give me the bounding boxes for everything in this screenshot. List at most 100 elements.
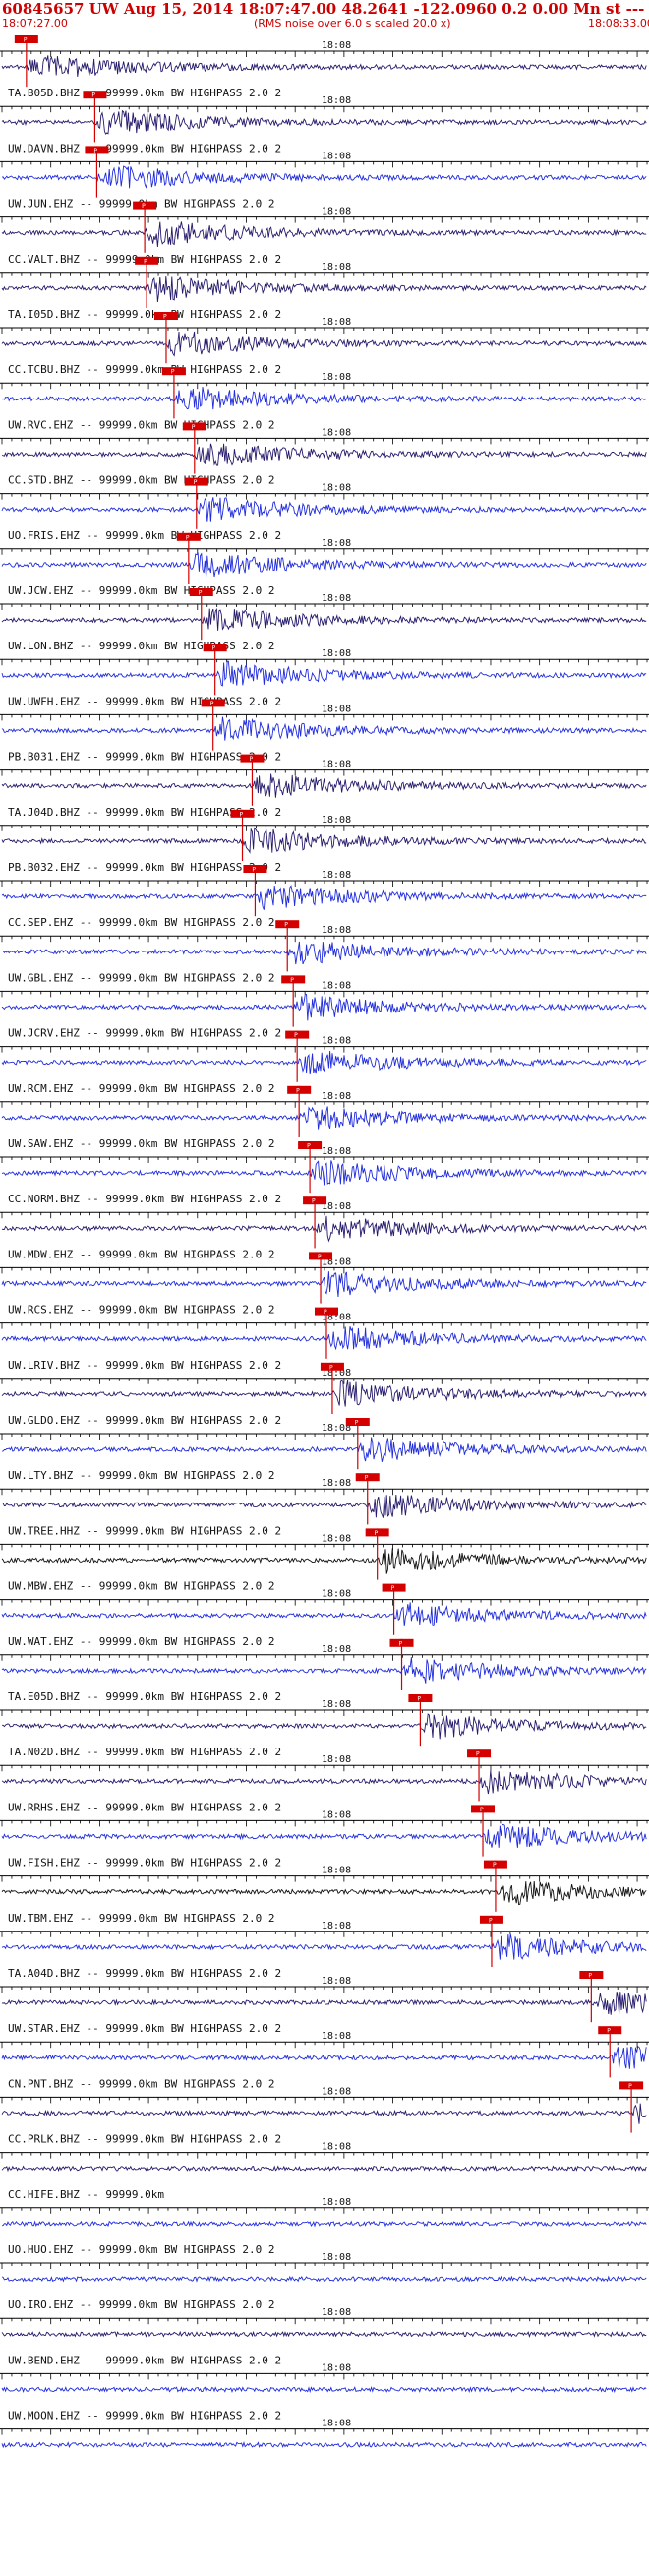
minute-mark-label: 18:08 (322, 1533, 351, 1544)
pick-label: P (307, 1143, 311, 1150)
pick-label: P (417, 1696, 421, 1703)
minute-mark-label: 18:08 (322, 262, 351, 273)
channel-label: UW.WAT.EHZ -- 99999.0km BW HIGHPASS 2.0 … (8, 1635, 275, 1648)
channel-label: UO.HUO.EHZ -- 99999.0km BW HIGHPASS 2.0 … (8, 2243, 275, 2256)
minute-mark-label: 18:08 (322, 2142, 351, 2153)
pick-label: P (93, 148, 97, 154)
channel-label: CC.PRLK.BHZ -- 99999.0km BW HIGHPASS 2.0… (8, 2133, 281, 2146)
pick-label: P (318, 1254, 322, 1260)
channel-label: UW.RCS.EHZ -- 99999.0km BW HIGHPASS 2.0 … (8, 1304, 275, 1317)
channel-label: UW.LTY.BHZ -- 99999.0km BW HIGHPASS 2.0 … (8, 1469, 275, 1482)
channel-label: TA.E05D.BHZ -- 99999.0km BW HIGHPASS 2.0… (8, 1690, 281, 1703)
minute-mark-label: 18:08 (322, 427, 351, 438)
pick-label: P (192, 424, 196, 431)
minute-mark-label: 18:08 (322, 815, 351, 826)
end-time-label: 18:08:33.00 (588, 17, 649, 30)
pick-label: P (171, 369, 175, 376)
channel-label: UW.STAR.EHZ -- 99999.0km BW HIGHPASS 2.0… (8, 2022, 281, 2035)
minute-mark-label: 18:08 (322, 870, 351, 881)
minute-mark-label: 18:08 (322, 1478, 351, 1489)
minute-mark-label: 18:08 (322, 648, 351, 659)
channel-label: UW.RRHS.EHZ -- 99999.0km BW HIGHPASS 2.0… (8, 1801, 281, 1813)
pick-label: P (252, 867, 256, 874)
minute-mark-label: 18:08 (322, 1699, 351, 1710)
minute-mark-label: 18:08 (322, 593, 351, 604)
minute-mark-label: 18:08 (322, 925, 351, 936)
pick-label: P (163, 314, 167, 321)
pick-label: P (628, 2083, 632, 2090)
pick-label: P (607, 2028, 611, 2035)
rms-noise-note: (RMS noise over 6.0 s scaled 20.0 x) (254, 17, 451, 30)
channel-label: UW.JCW.EHZ -- 99999.0km BW HIGHPASS 2.0 … (8, 584, 275, 597)
minute-mark-label: 18:08 (322, 207, 351, 217)
pick-label: P (199, 590, 203, 597)
pick-label: P (375, 1530, 379, 1537)
channel-label: UW.MBW.EHZ -- 99999.0km BW HIGHPASS 2.0 … (8, 1580, 275, 1593)
seismogram-record-section: 60845657 UW Aug 15, 2014 18:07:47.00 48.… (0, 0, 649, 2576)
minute-mark-label: 18:08 (322, 2031, 351, 2042)
channel-label: CN.PNT.BHZ -- 99999.0km BW HIGHPASS 2.0 … (8, 2077, 275, 2090)
pick-label: P (144, 258, 148, 265)
pick-label: P (312, 1198, 316, 1205)
pick-label: P (365, 1475, 369, 1482)
channel-label: UW.RVC.EHZ -- 99999.0km BW HIGHPASS 2.0 … (8, 418, 275, 431)
pick-label: P (391, 1585, 395, 1592)
minute-mark-label: 18:08 (322, 1036, 351, 1047)
pick-label: P (210, 701, 214, 707)
minute-mark-label: 18:08 (322, 2197, 351, 2208)
minute-mark-label: 18:08 (322, 1976, 351, 1987)
pick-label: P (290, 977, 294, 984)
pick-label: P (493, 1862, 497, 1869)
pick-label: P (324, 1309, 327, 1316)
channel-label: UW.TREE.HHZ -- 99999.0km BW HIGHPASS 2.0… (8, 1524, 281, 1537)
channel-label: CC.HIFE.BHZ -- 99999.0km (8, 2188, 164, 2201)
pick-label: P (480, 1807, 484, 1813)
pick-label: P (296, 1087, 300, 1094)
minute-mark-label: 18:08 (322, 1866, 351, 1876)
minute-mark-label: 18:08 (322, 483, 351, 494)
channel-label: UO.IRO.EHZ -- 99999.0km BW HIGHPASS 2.0 … (8, 2299, 275, 2311)
minute-mark-label: 18:08 (322, 1644, 351, 1655)
pick-label: P (284, 922, 288, 929)
channel-label: UW.SAW.EHZ -- 99999.0km BW HIGHPASS 2.0 … (8, 1137, 275, 1150)
pick-label: P (240, 811, 244, 818)
minute-mark-label: 18:08 (322, 1809, 351, 1820)
minute-mark-label: 18:08 (322, 980, 351, 991)
minute-mark-label: 18:08 (322, 1754, 351, 1765)
minute-mark-label: 18:08 (322, 1091, 351, 1102)
channel-label: PB.B031.EHZ -- 99999.0km BW HIGHPASS 2.0… (8, 751, 281, 764)
pick-label: P (329, 1364, 333, 1371)
minute-mark-label: 18:08 (322, 1589, 351, 1600)
minute-mark-label: 18:08 (322, 1146, 351, 1157)
pick-label: P (399, 1640, 403, 1647)
channel-label: UW.TBM.EHZ -- 99999.0km BW HIGHPASS 2.0 … (8, 1912, 275, 1925)
minute-mark-label: 18:08 (322, 2362, 351, 2373)
channel-label: UW.UWFH.EHZ -- 99999.0km BW HIGHPASS 2.0… (8, 695, 281, 707)
minute-mark-label: 18:08 (322, 704, 351, 714)
minute-mark-label: 18:08 (322, 372, 351, 383)
minute-mark-label: 18:08 (322, 317, 351, 328)
pick-label: P (212, 645, 216, 652)
channel-label: UW.LON.BHZ -- 99999.0km BW HIGHPASS 2.0 … (8, 640, 275, 652)
minute-mark-label: 18:08 (322, 1921, 351, 1932)
pick-label: P (186, 534, 190, 541)
channel-label: UW.BEND.EHZ -- 99999.0km BW HIGHPASS 2.0… (8, 2354, 281, 2366)
pick-label: P (194, 479, 198, 486)
channel-label: UW.JCRV.EHZ -- 99999.0km BW HIGHPASS 2.0… (8, 1027, 281, 1040)
channel-label: UW.GLDO.EHZ -- 99999.0km BW HIGHPASS 2.0… (8, 1414, 281, 1427)
channel-label: UW.MOON.EHZ -- 99999.0km BW HIGHPASS 2.0… (8, 2410, 281, 2423)
channel-label: UW.RCM.EHZ -- 99999.0km BW HIGHPASS 2.0 … (8, 1082, 275, 1095)
pick-label: P (142, 203, 146, 210)
channel-label: UW.DAVN.BHZ -- 99999.0km BW HIGHPASS 2.0… (8, 142, 281, 154)
channel-label: TA.B05D.BHZ -- 99999.0km BW HIGHPASS 2.0… (8, 87, 281, 99)
start-time-label: 18:07:27.00 (2, 17, 68, 30)
channel-label: TA.N02D.BHZ -- 99999.0km BW HIGHPASS 2.0… (8, 1746, 281, 1758)
minute-mark-label: 18:08 (322, 760, 351, 770)
channel-label: UW.MDW.EHZ -- 99999.0km BW HIGHPASS 2.0 … (8, 1248, 275, 1260)
channel-label: CC.NORM.BHZ -- 99999.0km BW HIGHPASS 2.0… (8, 1193, 281, 1205)
pick-label: P (476, 1751, 480, 1758)
minute-mark-label: 18:08 (322, 2086, 351, 2097)
channel-label: UO.FRIS.EHZ -- 99999.0km BW HIGHPASS 2.0… (8, 529, 281, 542)
minute-mark-label: 18:08 (322, 40, 351, 51)
minute-mark-label: 18:08 (322, 95, 351, 106)
